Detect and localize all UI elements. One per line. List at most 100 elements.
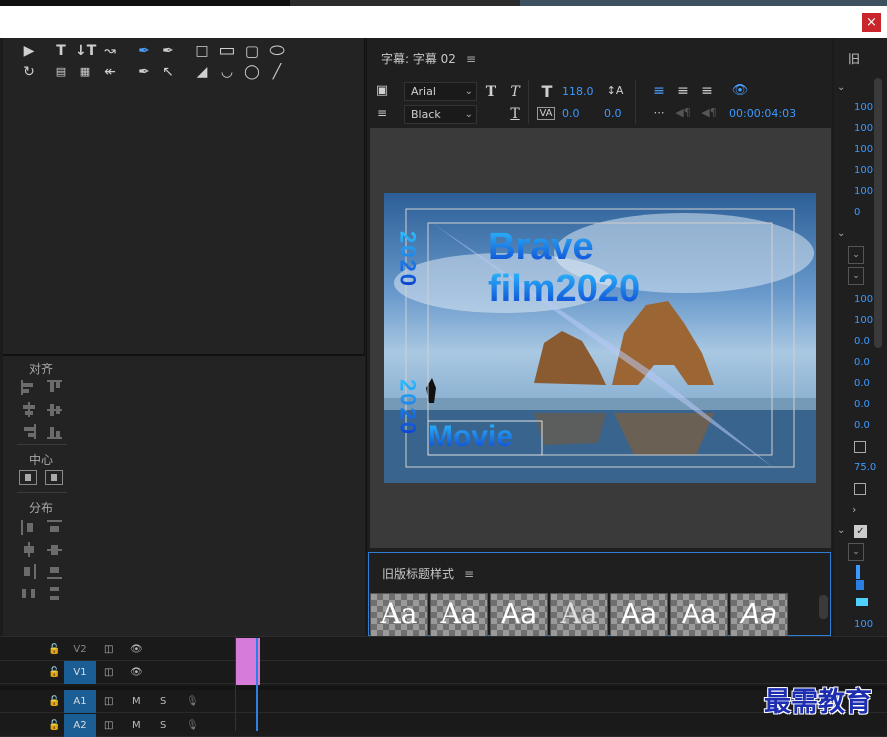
align-left-icon[interactable] (21, 380, 36, 395)
center-horizontal-icon[interactable] (19, 470, 37, 485)
style-swatch[interactable]: Aa (670, 593, 728, 637)
sync-lock-icon[interactable]: ◫ (104, 714, 113, 737)
checkbox[interactable] (854, 483, 866, 495)
chevron-right-icon[interactable]: › (852, 503, 856, 516)
property-value[interactable]: 100 (854, 186, 873, 197)
add-anchor-tool-icon[interactable]: ✒ (134, 63, 154, 81)
color-swatch[interactable] (856, 598, 868, 606)
lock-icon[interactable]: 🔓 (48, 661, 60, 684)
font-family-dropdown[interactable]: Arial ⌄ (404, 82, 477, 101)
vertical-text-1[interactable]: 2020 (396, 231, 421, 288)
distribute-horizontal-spacing-icon[interactable] (21, 586, 36, 601)
align-vertical-center-icon[interactable] (47, 402, 62, 417)
style-swatch[interactable]: Aa (550, 593, 608, 637)
property-value[interactable]: 0.0 (854, 378, 870, 389)
sync-lock-icon[interactable]: ◫ (104, 638, 113, 661)
title-text-line2[interactable]: film2020 (488, 268, 640, 310)
line-tool-icon[interactable]: ╱ (267, 63, 287, 81)
distribute-vertical-center-icon[interactable] (47, 542, 62, 557)
property-value[interactable]: 0.0 (854, 336, 870, 347)
dropdown[interactable]: ⌄ (848, 543, 864, 561)
sync-lock-icon[interactable]: ◫ (104, 690, 113, 713)
checkbox[interactable] (854, 441, 866, 453)
style-swatch[interactable]: Aa (490, 593, 548, 637)
property-value[interactable]: 75.0 (854, 462, 876, 473)
dropdown[interactable]: ⌄ (848, 267, 864, 285)
title-text-line1[interactable]: Brave (488, 226, 594, 268)
area-type-tool-icon[interactable]: ▤ (51, 63, 71, 81)
vertical-type-tool-icon[interactable]: ↓T (75, 42, 96, 60)
pen-tool-icon[interactable]: ✒ (134, 42, 154, 60)
close-button[interactable]: × (862, 13, 881, 32)
distribute-bottom-icon[interactable] (47, 564, 62, 579)
track-label[interactable]: A1 (64, 690, 96, 713)
panel-menu-icon[interactable]: ≡ (464, 567, 474, 581)
property-value[interactable]: 0.0 (854, 420, 870, 431)
center-vertical-icon[interactable] (45, 470, 63, 485)
rotation-tool-icon[interactable]: ↻ (19, 63, 39, 81)
vertical-text-2[interactable]: 2020 (396, 379, 421, 436)
bold-button[interactable]: T (481, 83, 501, 101)
align-left-text-icon[interactable]: ≡ (649, 82, 669, 100)
property-value[interactable]: 100 (854, 144, 873, 155)
lock-icon[interactable]: 🔓 (48, 638, 60, 661)
distribute-horizontal-center-icon[interactable] (21, 542, 36, 557)
italic-button[interactable]: T (505, 83, 525, 101)
rectangle-tool-icon[interactable]: □ (192, 42, 212, 60)
wedge-tool-icon[interactable]: ◢ (192, 63, 212, 81)
style-swatch[interactable]: Aa (430, 593, 488, 637)
background-video-icon[interactable]: ▣ (372, 82, 392, 100)
eye-icon[interactable]: 👁 (130, 661, 143, 684)
chevron-down-icon[interactable]: ⌄ (837, 228, 845, 239)
align-bottom-icon[interactable] (47, 424, 62, 439)
chevron-down-icon[interactable]: ⌄ (837, 525, 845, 536)
style-swatch[interactable]: Aa (730, 593, 788, 637)
subtitle-text[interactable]: Movie (428, 420, 513, 453)
kerning-value[interactable]: 0.0 (562, 107, 580, 120)
rounded-rectangle-tool-icon[interactable]: ▭ (217, 42, 237, 60)
track-label[interactable]: V2 (64, 638, 96, 661)
property-value[interactable]: 0.0 (854, 357, 870, 368)
properties-scrollbar[interactable] (874, 78, 882, 348)
path-type-tool-icon[interactable]: ↝ (100, 42, 120, 60)
font-style-dropdown[interactable]: Black ⌄ (404, 105, 477, 124)
font-size-value[interactable]: 118.0 (562, 85, 594, 98)
delete-anchor-tool-icon[interactable]: ✒ (158, 42, 178, 60)
distribute-vertical-spacing-icon[interactable] (47, 586, 62, 601)
convert-anchor-tool-icon[interactable]: ↖ (158, 63, 178, 81)
clipped-rectangle-tool-icon[interactable]: ▢ (242, 42, 262, 60)
distribute-left-icon[interactable] (21, 520, 36, 535)
arc-tool-icon[interactable]: ◡ (217, 63, 237, 81)
align-right-text-icon[interactable]: ≡ (697, 82, 717, 100)
lock-icon[interactable]: 🔓 (48, 714, 60, 737)
tab-stops-icon[interactable]: ≡ (372, 104, 392, 122)
distribute-right-icon[interactable] (21, 564, 36, 579)
solo-button[interactable]: S (160, 690, 166, 713)
solo-button[interactable]: S (160, 714, 166, 737)
panel-menu-icon[interactable]: ≡ (466, 52, 476, 66)
property-value[interactable]: 0 (854, 207, 860, 218)
gradient-stop[interactable] (856, 565, 860, 579)
playhead[interactable] (256, 638, 258, 731)
align-top-icon[interactable] (47, 380, 62, 395)
ellipse-tool-icon[interactable]: ◯ (242, 63, 262, 81)
style-swatch[interactable]: Aa (610, 593, 668, 637)
checkbox-checked[interactable]: ✓ (854, 525, 867, 538)
chevron-down-icon[interactable]: ⌄ (837, 82, 845, 93)
vertical-path-type-tool-icon[interactable]: ↞ (100, 63, 120, 81)
leading-value[interactable]: 0.0 (604, 107, 622, 120)
microphone-icon[interactable]: 🎙 (186, 714, 199, 737)
style-swatch[interactable]: Aa (370, 593, 428, 637)
color-stop[interactable] (856, 580, 864, 590)
distribute-top-icon[interactable] (47, 520, 62, 535)
styles-scrollbar[interactable] (819, 595, 828, 619)
selection-tool-icon[interactable]: ▶ (19, 42, 39, 60)
track-label[interactable]: V1 (64, 661, 96, 684)
show-background-video-icon[interactable]: 👁 (730, 82, 750, 100)
type-tool-icon[interactable]: T (51, 42, 71, 60)
property-value[interactable]: 100 (854, 315, 873, 326)
property-value[interactable]: 100 (854, 165, 873, 176)
microphone-icon[interactable]: 🎙 (186, 690, 199, 713)
eye-icon[interactable]: 👁 (130, 638, 143, 661)
mute-button[interactable]: M (132, 690, 141, 713)
